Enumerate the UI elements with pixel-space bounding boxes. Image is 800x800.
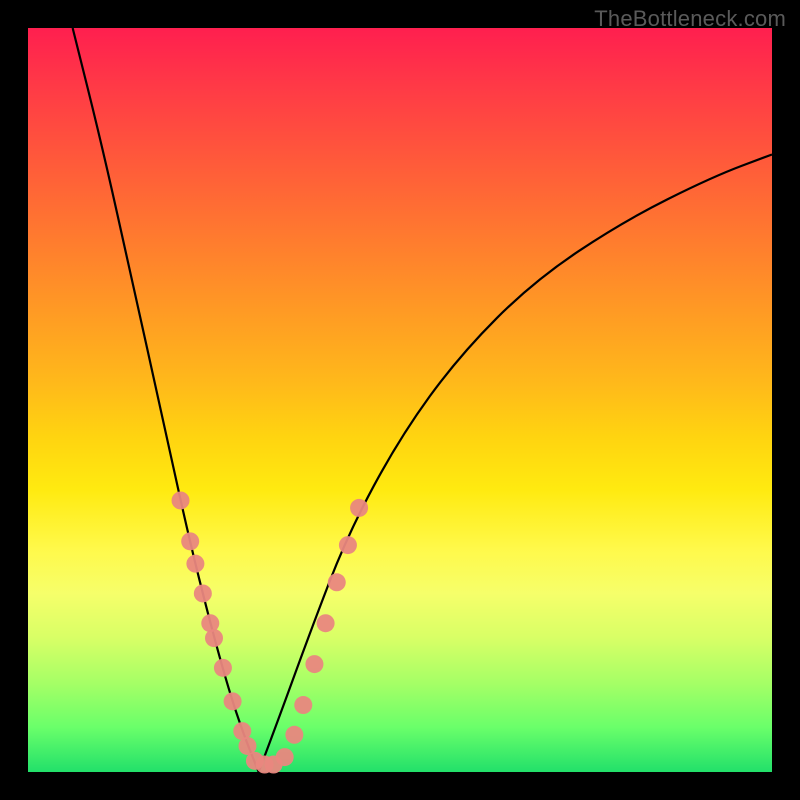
watermark-text: TheBottleneck.com — [594, 6, 786, 32]
marker-dot — [276, 748, 294, 766]
left-branch-path — [73, 28, 259, 772]
marker-dot — [194, 584, 212, 602]
marker-group — [172, 491, 369, 773]
right-branch-path — [259, 154, 772, 772]
marker-dot — [224, 692, 242, 710]
marker-dot — [317, 614, 335, 632]
plot-area — [28, 28, 772, 772]
marker-dot — [181, 532, 199, 550]
marker-dot — [285, 726, 303, 744]
marker-dot — [305, 655, 323, 673]
marker-dot — [186, 555, 204, 573]
marker-dot — [350, 499, 368, 517]
marker-dot — [328, 573, 346, 591]
marker-dot — [214, 659, 232, 677]
marker-dot — [339, 536, 357, 554]
marker-dot — [205, 629, 223, 647]
marker-dot — [294, 696, 312, 714]
marker-dot — [172, 491, 190, 509]
chart-frame: TheBottleneck.com — [0, 0, 800, 800]
curve-layer — [28, 28, 772, 772]
